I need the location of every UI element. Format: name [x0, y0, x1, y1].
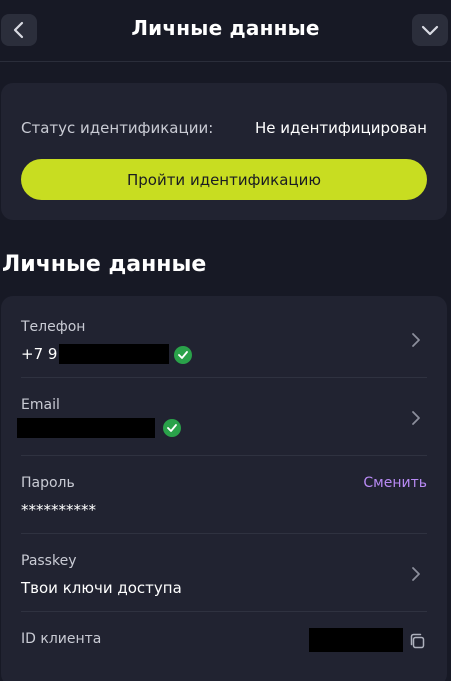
client-id-redaction: [309, 628, 403, 652]
chevron-down-icon: [421, 25, 439, 36]
phone-redaction: [59, 344, 169, 364]
password-label: Пароль: [21, 475, 75, 491]
password-value: **********: [21, 501, 96, 519]
passkey-row[interactable]: Passkey Твои ключи доступа: [1, 534, 447, 612]
phone-value: +7 9: [21, 345, 58, 363]
chevron-right-icon: [412, 411, 420, 425]
email-verified-icon: [163, 419, 181, 437]
identification-status-label: Статус идентификации:: [21, 119, 214, 137]
start-identification-button[interactable]: Пройти идентификацию: [21, 159, 427, 200]
passkey-label: Passkey: [21, 553, 77, 569]
phone-row[interactable]: Телефон +7 9: [1, 300, 447, 378]
expand-button[interactable]: [412, 14, 448, 46]
change-password-link[interactable]: Сменить: [363, 475, 427, 491]
email-row[interactable]: Email: [1, 378, 447, 456]
phone-label: Телефон: [21, 319, 86, 335]
section-title: Личные данные: [2, 252, 207, 277]
personal-data-card: Телефон +7 9 Email Пароль ********** Сме…: [1, 296, 447, 681]
passkey-value: Твои ключи доступа: [21, 579, 182, 597]
phone-verified-icon: [174, 346, 192, 364]
top-bar: Личные данные: [0, 0, 451, 62]
password-row: Пароль ********** Сменить: [1, 456, 447, 534]
chevron-right-icon: [412, 333, 420, 347]
identification-status-value: Не идентифицирован: [255, 119, 427, 137]
identification-status-card: Статус идентификации: Не идентифицирован…: [1, 83, 447, 220]
copy-icon[interactable]: [408, 632, 426, 650]
client-id-label: ID клиента: [21, 631, 102, 647]
email-redaction: [17, 418, 155, 438]
email-label: Email: [21, 397, 60, 413]
client-id-row: ID клиента: [1, 612, 447, 681]
chevron-right-icon: [412, 567, 420, 581]
page-title: Личные данные: [131, 16, 320, 40]
